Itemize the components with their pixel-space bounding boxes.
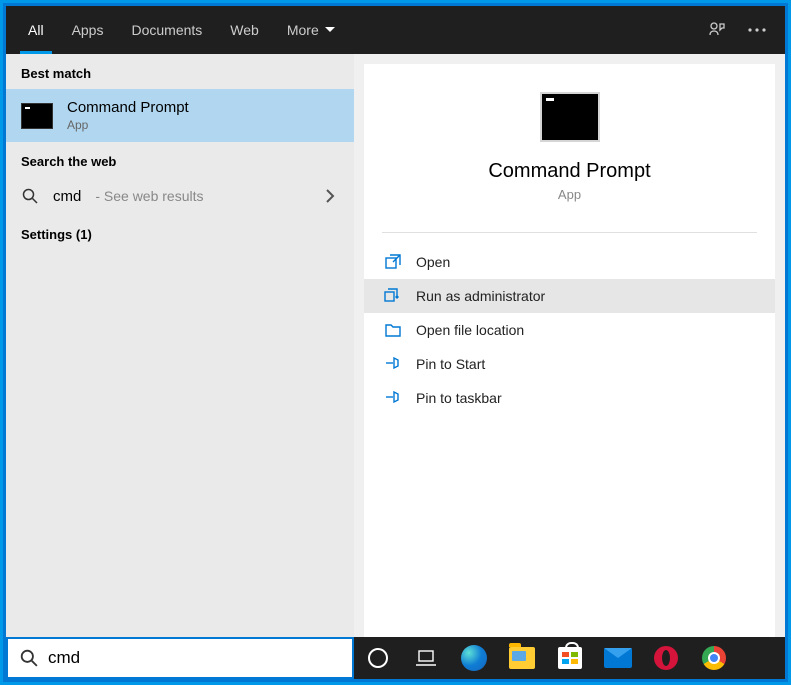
tab-more[interactable]: More	[273, 6, 349, 54]
match-title: Command Prompt	[67, 99, 189, 116]
preview-title: Command Prompt	[488, 160, 650, 183]
search-input[interactable]	[48, 648, 340, 668]
action-label: Run as administrator	[416, 288, 545, 304]
action-pin-taskbar[interactable]: Pin to taskbar	[364, 381, 775, 415]
feedback-icon[interactable]	[697, 10, 737, 50]
opera-icon	[654, 646, 678, 670]
pin-start-icon	[384, 355, 402, 373]
search-icon	[21, 187, 39, 205]
search-web-label: Search the web	[6, 142, 354, 177]
preview-panel: Command Prompt App Open Run as administr…	[364, 64, 775, 637]
taskbar	[354, 637, 785, 679]
search-icon	[20, 649, 38, 667]
taskbar-chrome[interactable]	[694, 638, 734, 678]
task-view-icon	[416, 650, 436, 666]
tab-more-label: More	[287, 22, 319, 38]
action-run-admin[interactable]: Run as administrator	[364, 279, 775, 313]
action-label: Pin to Start	[416, 356, 485, 372]
task-view-button[interactable]	[406, 638, 446, 678]
open-icon	[384, 253, 402, 271]
taskbar-edge[interactable]	[454, 638, 494, 678]
action-open[interactable]: Open	[364, 245, 775, 279]
settings-label[interactable]: Settings (1)	[6, 215, 354, 250]
file-explorer-icon	[509, 647, 535, 669]
tab-apps[interactable]: Apps	[58, 6, 118, 54]
taskbar-mail[interactable]	[598, 638, 638, 678]
cortana-icon	[368, 648, 388, 668]
ellipsis-icon[interactable]	[737, 10, 777, 50]
best-match-item[interactable]: Command Prompt App	[6, 89, 354, 142]
chevron-right-icon	[325, 189, 339, 203]
cmd-icon	[21, 103, 53, 129]
tab-web[interactable]: Web	[216, 6, 273, 54]
results-column: Best match Command Prompt App Search the…	[6, 54, 354, 637]
chrome-icon	[702, 646, 726, 670]
taskbar-opera[interactable]	[646, 638, 686, 678]
action-label: Open	[416, 254, 450, 270]
web-term: cmd	[53, 188, 81, 205]
action-pin-start[interactable]: Pin to Start	[364, 347, 775, 381]
preview-app-icon	[540, 92, 600, 142]
taskbar-store[interactable]	[550, 638, 590, 678]
tab-documents[interactable]: Documents	[117, 6, 216, 54]
best-match-label: Best match	[6, 54, 354, 89]
cortana-button[interactable]	[358, 638, 398, 678]
match-subtitle: App	[67, 118, 189, 132]
tab-all[interactable]: All	[14, 6, 58, 54]
admin-icon	[384, 287, 402, 305]
chevron-down-icon	[325, 27, 335, 33]
taskbar-explorer[interactable]	[502, 638, 542, 678]
web-result-item[interactable]: cmd - See web results	[6, 177, 354, 215]
action-label: Open file location	[416, 322, 524, 338]
action-open-location[interactable]: Open file location	[364, 313, 775, 347]
mail-icon	[604, 648, 632, 668]
edge-icon	[461, 645, 487, 671]
microsoft-store-icon	[558, 647, 582, 669]
action-label: Pin to taskbar	[416, 390, 502, 406]
pin-taskbar-icon	[384, 389, 402, 407]
web-suffix: - See web results	[95, 188, 203, 204]
search-topbar: All Apps Documents Web More	[6, 6, 785, 54]
divider	[382, 232, 757, 233]
folder-icon	[384, 321, 402, 339]
search-box[interactable]	[6, 637, 354, 679]
preview-subtitle: App	[558, 187, 581, 202]
